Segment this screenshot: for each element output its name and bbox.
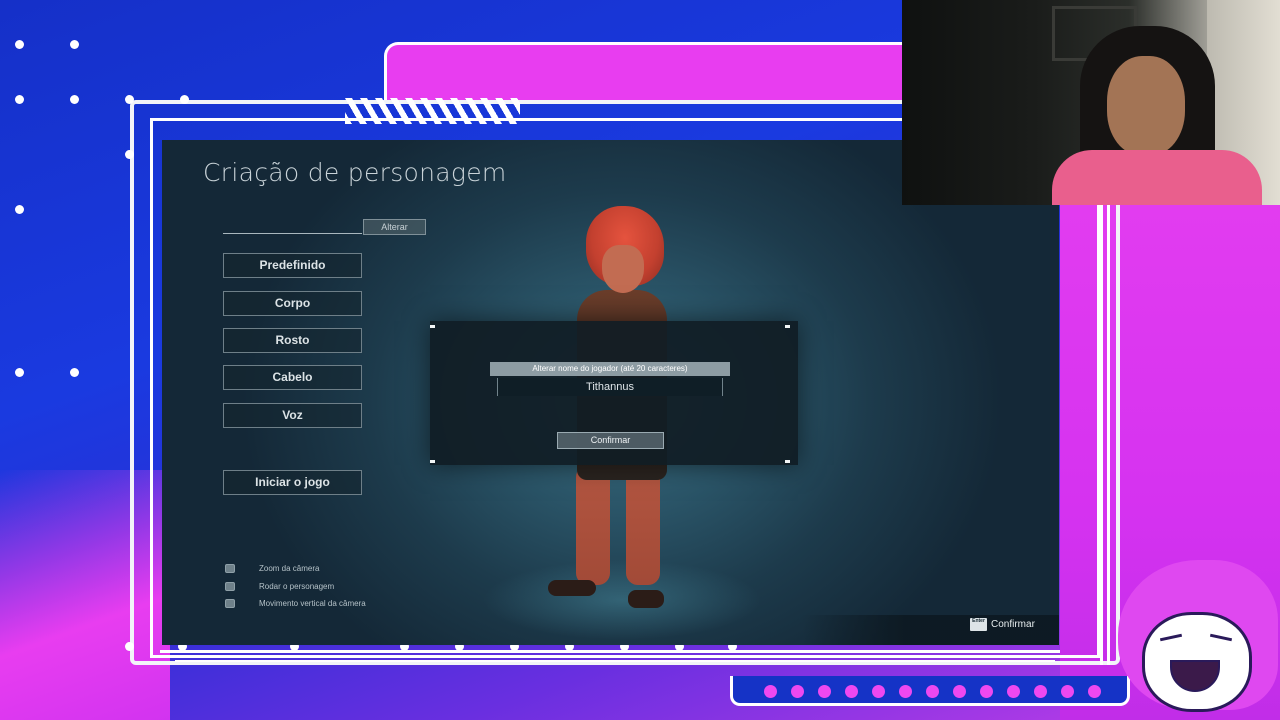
overlay-dot (125, 95, 134, 104)
game-screen: Criação de personagem Alterar Predefinid… (162, 140, 1059, 645)
character-leg (626, 465, 660, 585)
enter-key-icon: Enter (970, 618, 987, 631)
dialog-label: Alterar nome do jogador (até 20 caracter… (490, 362, 730, 376)
overlay-dot (125, 150, 134, 159)
character-floor-glow (482, 560, 762, 640)
mouse-wheel-icon (225, 564, 235, 573)
dialog-confirm-button[interactable]: Confirmar (557, 432, 664, 449)
overlay-pink-dot (1061, 685, 1074, 698)
page-title: Criação de personagem (203, 158, 507, 187)
overlay-pink-dot (926, 685, 939, 698)
overlay-pink-dot (980, 685, 993, 698)
menu-button-voice[interactable]: Voz (223, 403, 362, 428)
overlay-bottom-line (175, 660, 1055, 662)
character-leg (576, 465, 610, 585)
menu-button-face[interactable]: Rosto (223, 328, 362, 353)
dialog-corner-marker (785, 460, 790, 463)
mouse-drag-icon (225, 582, 235, 591)
player-name-input[interactable]: Tithannus (497, 378, 723, 396)
overlay-dot (15, 40, 24, 49)
streamer-face (1107, 56, 1185, 156)
overlay-pink-dot (899, 685, 912, 698)
hint-label: Rodar o personagem (259, 582, 335, 591)
overlay-pink-dot (845, 685, 858, 698)
overlay-dot (70, 40, 79, 49)
dialog-corner-marker (430, 325, 435, 328)
character-face (602, 245, 644, 293)
overlay-dot (125, 642, 134, 651)
hint-label: Movimento vertical da câmera (259, 599, 366, 608)
overlay-dot (15, 205, 24, 214)
start-game-button[interactable]: Iniciar o jogo (223, 470, 362, 495)
dialog-corner-marker (430, 460, 435, 463)
menu-button-body[interactable]: Corpo (223, 291, 362, 316)
bottom-confirm-button[interactable]: Confirmar (991, 619, 1035, 630)
hint-label: Zoom da câmera (259, 564, 320, 573)
dialog-corner-marker (785, 325, 790, 328)
overlay-pink-dot (764, 685, 777, 698)
overlay-pink-dot (818, 685, 831, 698)
overlay-pink-dot (953, 685, 966, 698)
menu-button-hair[interactable]: Cabelo (223, 365, 362, 390)
overlay-pink-band (384, 42, 984, 104)
overlay-pink-dot (1034, 685, 1047, 698)
alter-name-button[interactable]: Alterar (363, 219, 426, 235)
character-sandal (548, 580, 596, 596)
overlay-right-stripe (1100, 205, 1110, 665)
overlay-pink-dot (1088, 685, 1101, 698)
overlay-dot (15, 368, 24, 377)
menu-button-preset[interactable]: Predefinido (223, 253, 362, 278)
webcam-feed (902, 0, 1280, 205)
overlay-dot (70, 95, 79, 104)
overlay-dot (15, 95, 24, 104)
overlay-pink-dot (872, 685, 885, 698)
overlay-dot (70, 368, 79, 377)
overlay-hatch-stripes (345, 98, 520, 124)
player-name-underline[interactable] (223, 233, 362, 234)
overlay-pink-dot (1007, 685, 1020, 698)
streamer-shirt (1052, 150, 1262, 205)
overlay-pink-dot (791, 685, 804, 698)
mouse-move-icon (225, 599, 235, 608)
overlay-dot (180, 95, 189, 104)
character-sandal (628, 590, 664, 608)
